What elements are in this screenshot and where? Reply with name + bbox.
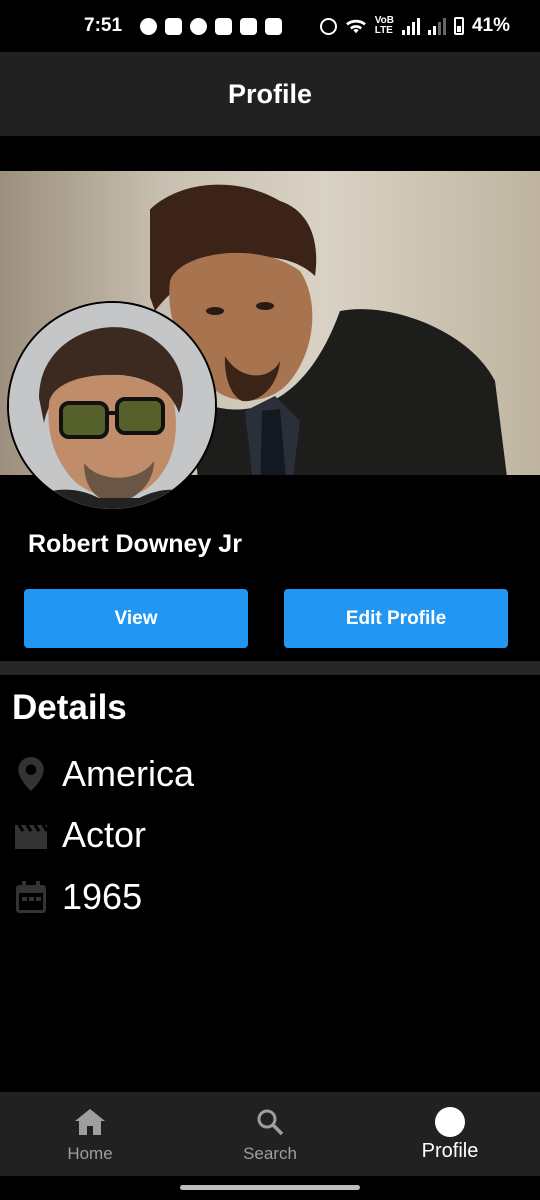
nav-label: Search	[243, 1144, 297, 1163]
alarm-icon	[319, 17, 337, 35]
location-pin-icon	[14, 757, 48, 791]
section-divider	[0, 661, 540, 675]
gesture-handle[interactable]	[180, 1185, 360, 1190]
wifi-icon	[345, 19, 366, 34]
app-notification-icon	[240, 17, 258, 35]
status-time: 7:51	[84, 15, 123, 36]
status-bar: 7:51 VoB LTE 41%	[0, 0, 540, 52]
nav-label: Home	[67, 1144, 113, 1163]
nav-item-profile[interactable]: Profile	[360, 1092, 540, 1176]
nav-label: Profile	[421, 1140, 479, 1162]
detail-text: 1965	[62, 876, 143, 917]
detail-location: America	[0, 749, 540, 799]
avatar-portrait	[9, 303, 215, 509]
nav-item-home[interactable]: Home	[0, 1092, 180, 1176]
volte-icon: VoB LTE	[374, 15, 394, 36]
notification-icons	[140, 17, 283, 35]
page-title: Profile	[227, 78, 313, 109]
signal-strength-2-icon	[427, 17, 446, 35]
search-icon	[254, 1106, 286, 1138]
detail-birth-year: 1965	[0, 872, 540, 922]
nav-item-search[interactable]: Search	[180, 1092, 360, 1176]
calendar-notification-icon	[265, 17, 283, 35]
profile-icon	[434, 1106, 466, 1138]
view-button[interactable]: View	[24, 589, 248, 648]
bottom-navigation: Home Search Profile	[0, 1092, 540, 1176]
detail-text: Actor	[62, 814, 147, 855]
edit-profile-button[interactable]: Edit Profile	[284, 589, 508, 648]
battery-percent: 41%	[471, 15, 510, 36]
profile-avatar[interactable]	[7, 301, 217, 511]
calendar-icon	[14, 880, 48, 914]
profile-screen: 7:51 VoB LTE 41% Profile Robert Downey J…	[0, 0, 540, 1200]
home-icon	[74, 1106, 106, 1138]
details-heading: Details	[12, 688, 127, 727]
detail-text: America	[62, 753, 195, 794]
signal-strength-icon	[401, 17, 420, 35]
detail-occupation: Actor	[0, 810, 540, 860]
movie-clapper-icon	[14, 818, 48, 852]
system-status: VoB LTE 41%	[319, 15, 510, 37]
pinterest-notification-icon	[190, 17, 208, 35]
battery-icon	[453, 17, 464, 35]
instagram-notification-icon	[165, 17, 183, 35]
app-bar: Profile	[0, 52, 540, 136]
youtube-notification-icon	[215, 17, 233, 35]
profile-name: Robert Downey Jr	[28, 530, 242, 558]
chat-notification-icon	[140, 17, 158, 35]
